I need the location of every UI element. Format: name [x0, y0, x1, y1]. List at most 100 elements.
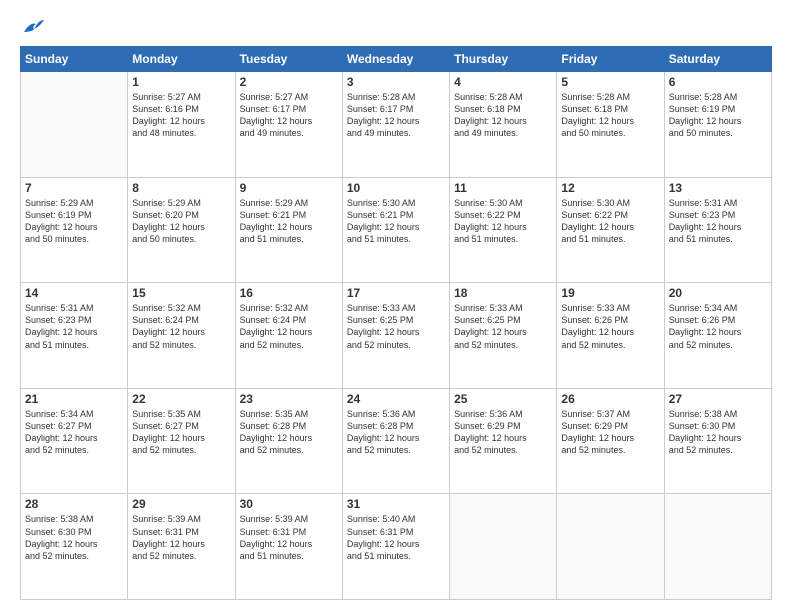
day-number: 22 [132, 392, 230, 406]
calendar-cell: 12 Sunrise: 5:30 AM Sunset: 6:22 PM Dayli… [557, 177, 664, 283]
calendar-cell: 1 Sunrise: 5:27 AM Sunset: 6:16 PM Daylig… [128, 72, 235, 178]
day-info: Sunrise: 5:36 AM Sunset: 6:29 PM Dayligh… [454, 408, 552, 457]
calendar-cell: 9 Sunrise: 5:29 AM Sunset: 6:21 PM Daylig… [235, 177, 342, 283]
calendar-cell: 26 Sunrise: 5:37 AM Sunset: 6:29 PM Dayli… [557, 388, 664, 494]
day-number: 12 [561, 181, 659, 195]
logo [20, 18, 44, 36]
day-number: 9 [240, 181, 338, 195]
day-number: 13 [669, 181, 767, 195]
week-row-1: 1 Sunrise: 5:27 AM Sunset: 6:16 PM Daylig… [21, 72, 772, 178]
day-info: Sunrise: 5:38 AM Sunset: 6:30 PM Dayligh… [669, 408, 767, 457]
day-number: 8 [132, 181, 230, 195]
day-info: Sunrise: 5:30 AM Sunset: 6:21 PM Dayligh… [347, 197, 445, 246]
calendar-cell: 17Sunrise: 5:33 AM Sunset: 6:25 PM Dayli… [342, 283, 449, 389]
day-number: 16 [240, 286, 338, 300]
col-header-tuesday: Tuesday [235, 47, 342, 72]
day-number: 19 [561, 286, 659, 300]
day-info: Sunrise: 5:28 AM Sunset: 6:18 PM Dayligh… [561, 91, 659, 140]
day-number: 1 [132, 75, 230, 89]
day-info: Sunrise: 5:29 AM Sunset: 6:19 PM Dayligh… [25, 197, 123, 246]
day-number: 23 [240, 392, 338, 406]
day-info: Sunrise: 5:37 AM Sunset: 6:29 PM Dayligh… [561, 408, 659, 457]
day-number: 3 [347, 75, 445, 89]
day-info: Sunrise: 5:28 AM Sunset: 6:18 PM Dayligh… [454, 91, 552, 140]
day-info: Sunrise: 5:36 AM Sunset: 6:28 PM Dayligh… [347, 408, 445, 457]
day-info: Sunrise: 5:29 AM Sunset: 6:20 PM Dayligh… [132, 197, 230, 246]
day-info: Sunrise: 5:30 AM Sunset: 6:22 PM Dayligh… [454, 197, 552, 246]
day-info: Sunrise: 5:32 AM Sunset: 6:24 PM Dayligh… [240, 302, 338, 351]
week-row-4: 21 Sunrise: 5:34 AM Sunset: 6:27 PM Dayli… [21, 388, 772, 494]
calendar-cell: 30 Sunrise: 5:39 AM Sunset: 6:31 PM Dayli… [235, 494, 342, 600]
page: SundayMondayTuesdayWednesdayThursdayFrid… [0, 0, 792, 612]
week-row-2: 7Sunrise: 5:29 AM Sunset: 6:19 PM Daylig… [21, 177, 772, 283]
calendar-cell: 7Sunrise: 5:29 AM Sunset: 6:19 PM Daylig… [21, 177, 128, 283]
calendar-cell: 10 Sunrise: 5:30 AM Sunset: 6:21 PM Dayli… [342, 177, 449, 283]
week-row-3: 14 Sunrise: 5:31 AM Sunset: 6:23 PM Dayli… [21, 283, 772, 389]
col-header-sunday: Sunday [21, 47, 128, 72]
calendar-cell: 18Sunrise: 5:33 AM Sunset: 6:25 PM Dayli… [450, 283, 557, 389]
day-info: Sunrise: 5:27 AM Sunset: 6:16 PM Dayligh… [132, 91, 230, 140]
day-info: Sunrise: 5:34 AM Sunset: 6:27 PM Dayligh… [25, 408, 123, 457]
calendar-cell: 25 Sunrise: 5:36 AM Sunset: 6:29 PM Dayli… [450, 388, 557, 494]
day-info: Sunrise: 5:29 AM Sunset: 6:21 PM Dayligh… [240, 197, 338, 246]
day-number: 31 [347, 497, 445, 511]
day-info: Sunrise: 5:32 AM Sunset: 6:24 PM Dayligh… [132, 302, 230, 351]
calendar-table: SundayMondayTuesdayWednesdayThursdayFrid… [20, 46, 772, 600]
calendar-cell: 29Sunrise: 5:39 AM Sunset: 6:31 PM Dayli… [128, 494, 235, 600]
day-info: Sunrise: 5:34 AM Sunset: 6:26 PM Dayligh… [669, 302, 767, 351]
calendar-cell: 15 Sunrise: 5:32 AM Sunset: 6:24 PM Dayli… [128, 283, 235, 389]
day-number: 14 [25, 286, 123, 300]
calendar-cell: 28 Sunrise: 5:38 AM Sunset: 6:30 PM Dayli… [21, 494, 128, 600]
day-number: 4 [454, 75, 552, 89]
day-number: 10 [347, 181, 445, 195]
calendar-cell [450, 494, 557, 600]
day-info: Sunrise: 5:39 AM Sunset: 6:31 PM Dayligh… [132, 513, 230, 562]
week-row-5: 28 Sunrise: 5:38 AM Sunset: 6:30 PM Dayli… [21, 494, 772, 600]
day-info: Sunrise: 5:31 AM Sunset: 6:23 PM Dayligh… [25, 302, 123, 351]
col-header-wednesday: Wednesday [342, 47, 449, 72]
col-header-saturday: Saturday [664, 47, 771, 72]
day-number: 25 [454, 392, 552, 406]
calendar-cell: 14 Sunrise: 5:31 AM Sunset: 6:23 PM Dayli… [21, 283, 128, 389]
col-header-friday: Friday [557, 47, 664, 72]
calendar-cell [664, 494, 771, 600]
day-number: 21 [25, 392, 123, 406]
day-number: 24 [347, 392, 445, 406]
day-number: 6 [669, 75, 767, 89]
calendar-cell: 27 Sunrise: 5:38 AM Sunset: 6:30 PM Dayli… [664, 388, 771, 494]
day-number: 5 [561, 75, 659, 89]
day-number: 15 [132, 286, 230, 300]
day-info: Sunrise: 5:39 AM Sunset: 6:31 PM Dayligh… [240, 513, 338, 562]
calendar-cell [557, 494, 664, 600]
day-number: 27 [669, 392, 767, 406]
header-row: SundayMondayTuesdayWednesdayThursdayFrid… [21, 47, 772, 72]
calendar-cell: 20 Sunrise: 5:34 AM Sunset: 6:26 PM Dayli… [664, 283, 771, 389]
calendar-cell: 5 Sunrise: 5:28 AM Sunset: 6:18 PM Daylig… [557, 72, 664, 178]
header [20, 18, 772, 36]
day-info: Sunrise: 5:30 AM Sunset: 6:22 PM Dayligh… [561, 197, 659, 246]
day-info: Sunrise: 5:38 AM Sunset: 6:30 PM Dayligh… [25, 513, 123, 562]
day-info: Sunrise: 5:27 AM Sunset: 6:17 PM Dayligh… [240, 91, 338, 140]
col-header-thursday: Thursday [450, 47, 557, 72]
day-number: 2 [240, 75, 338, 89]
calendar-cell: 16 Sunrise: 5:32 AM Sunset: 6:24 PM Dayli… [235, 283, 342, 389]
calendar-cell: 31 Sunrise: 5:40 AM Sunset: 6:31 PM Dayli… [342, 494, 449, 600]
day-info: Sunrise: 5:35 AM Sunset: 6:27 PM Dayligh… [132, 408, 230, 457]
day-info: Sunrise: 5:33 AM Sunset: 6:26 PM Dayligh… [561, 302, 659, 351]
day-number: 30 [240, 497, 338, 511]
calendar-cell: 21 Sunrise: 5:34 AM Sunset: 6:27 PM Dayli… [21, 388, 128, 494]
day-number: 26 [561, 392, 659, 406]
calendar-cell: 3Sunrise: 5:28 AM Sunset: 6:17 PM Daylig… [342, 72, 449, 178]
day-number: 28 [25, 497, 123, 511]
day-number: 20 [669, 286, 767, 300]
calendar-cell: 22 Sunrise: 5:35 AM Sunset: 6:27 PM Dayli… [128, 388, 235, 494]
day-info: Sunrise: 5:33 AM Sunset: 6:25 PM Dayligh… [454, 302, 552, 351]
day-info: Sunrise: 5:35 AM Sunset: 6:28 PM Dayligh… [240, 408, 338, 457]
day-info: Sunrise: 5:40 AM Sunset: 6:31 PM Dayligh… [347, 513, 445, 562]
calendar-cell: 19 Sunrise: 5:33 AM Sunset: 6:26 PM Dayli… [557, 283, 664, 389]
calendar-cell: 4 Sunrise: 5:28 AM Sunset: 6:18 PM Daylig… [450, 72, 557, 178]
day-info: Sunrise: 5:28 AM Sunset: 6:19 PM Dayligh… [669, 91, 767, 140]
logo-bird-icon [22, 18, 44, 36]
calendar-cell: 24 Sunrise: 5:36 AM Sunset: 6:28 PM Dayli… [342, 388, 449, 494]
day-info: Sunrise: 5:31 AM Sunset: 6:23 PM Dayligh… [669, 197, 767, 246]
